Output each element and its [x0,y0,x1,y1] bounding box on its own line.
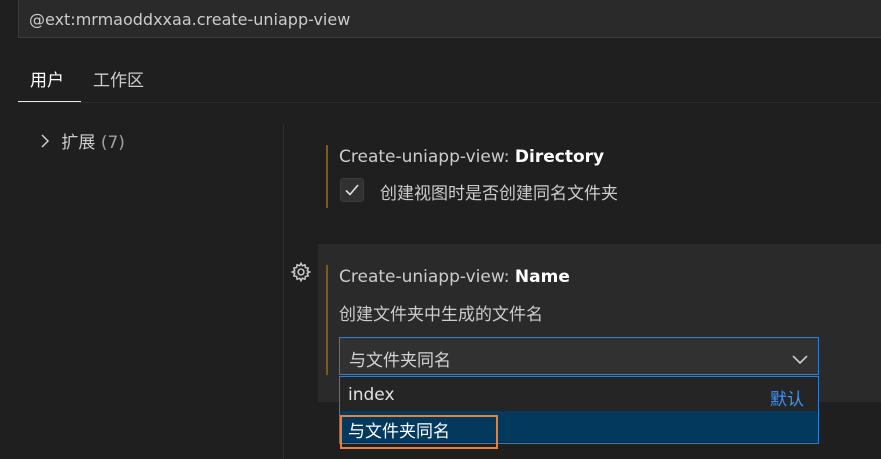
settings-search-input[interactable] [29,6,869,32]
name-select[interactable]: 与文件夹同名 [339,337,819,375]
modified-indicator [326,145,328,208]
toc-item-count: (7) [100,133,125,153]
select-dropdown-list: index 默认 与文件夹同名 [339,376,819,444]
setting-description: 创建文件夹中生成的文件名 [339,305,543,325]
select-value: 与文件夹同名 [349,351,451,371]
check-icon [345,184,359,196]
tabs-divider [18,102,881,103]
tab-workspace[interactable]: 工作区 [93,66,144,91]
option-label: index [348,385,395,405]
dropdown-option-index[interactable]: index 默认 [340,379,818,410]
default-tag: 默认 [770,390,804,410]
setting-title-name: Create-uniapp-view: Name [339,267,570,287]
setting-category: Create-uniapp-view: [339,267,515,287]
chevron-down-icon [792,350,808,369]
directory-checkbox[interactable] [340,178,364,202]
setting-name: Directory [514,147,605,167]
chevron-right-icon [40,133,56,152]
tab-user[interactable]: 用户 [30,66,64,91]
option-label: 与文件夹同名 [348,422,450,442]
settings-search-box[interactable] [18,0,881,38]
gear-icon[interactable] [290,261,312,283]
modified-indicator [326,265,328,375]
setting-title-directory: Create-uniapp-view: Directory [339,147,604,167]
toc-item-label: 扩展 [61,133,96,153]
toc-divider [283,124,284,459]
setting-category: Create-uniapp-view: [339,147,515,167]
settings-editor: 用户 工作区 扩展 (7) Create-uniapp-view: Direct… [0,0,881,459]
dropdown-option-same-as-folder[interactable]: 与文件夹同名 [340,411,818,442]
directory-checkbox-label: 创建视图时是否创建同名文件夹 [380,184,618,204]
setting-name: Name [514,267,570,287]
toc-item-extensions[interactable]: 扩展 (7) [40,128,125,153]
